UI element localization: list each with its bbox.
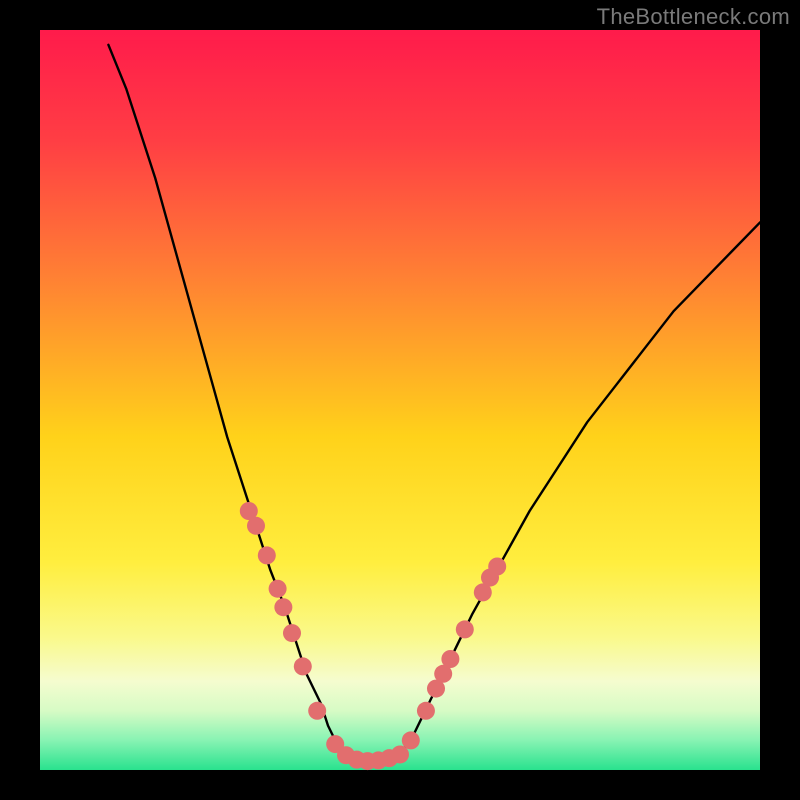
data-point bbox=[294, 657, 312, 675]
data-point bbox=[258, 546, 276, 564]
bottleneck-chart bbox=[0, 0, 800, 800]
gradient-plot-background bbox=[40, 30, 760, 770]
data-point bbox=[308, 702, 326, 720]
data-point bbox=[488, 558, 506, 576]
data-point bbox=[441, 650, 459, 668]
chart-stage: TheBottleneck.com bbox=[0, 0, 800, 800]
data-point bbox=[417, 702, 435, 720]
data-point bbox=[402, 731, 420, 749]
data-point bbox=[456, 620, 474, 638]
watermark-text: TheBottleneck.com bbox=[597, 4, 790, 30]
data-point bbox=[247, 517, 265, 535]
data-point bbox=[269, 580, 287, 598]
data-point bbox=[274, 598, 292, 616]
data-point bbox=[283, 624, 301, 642]
